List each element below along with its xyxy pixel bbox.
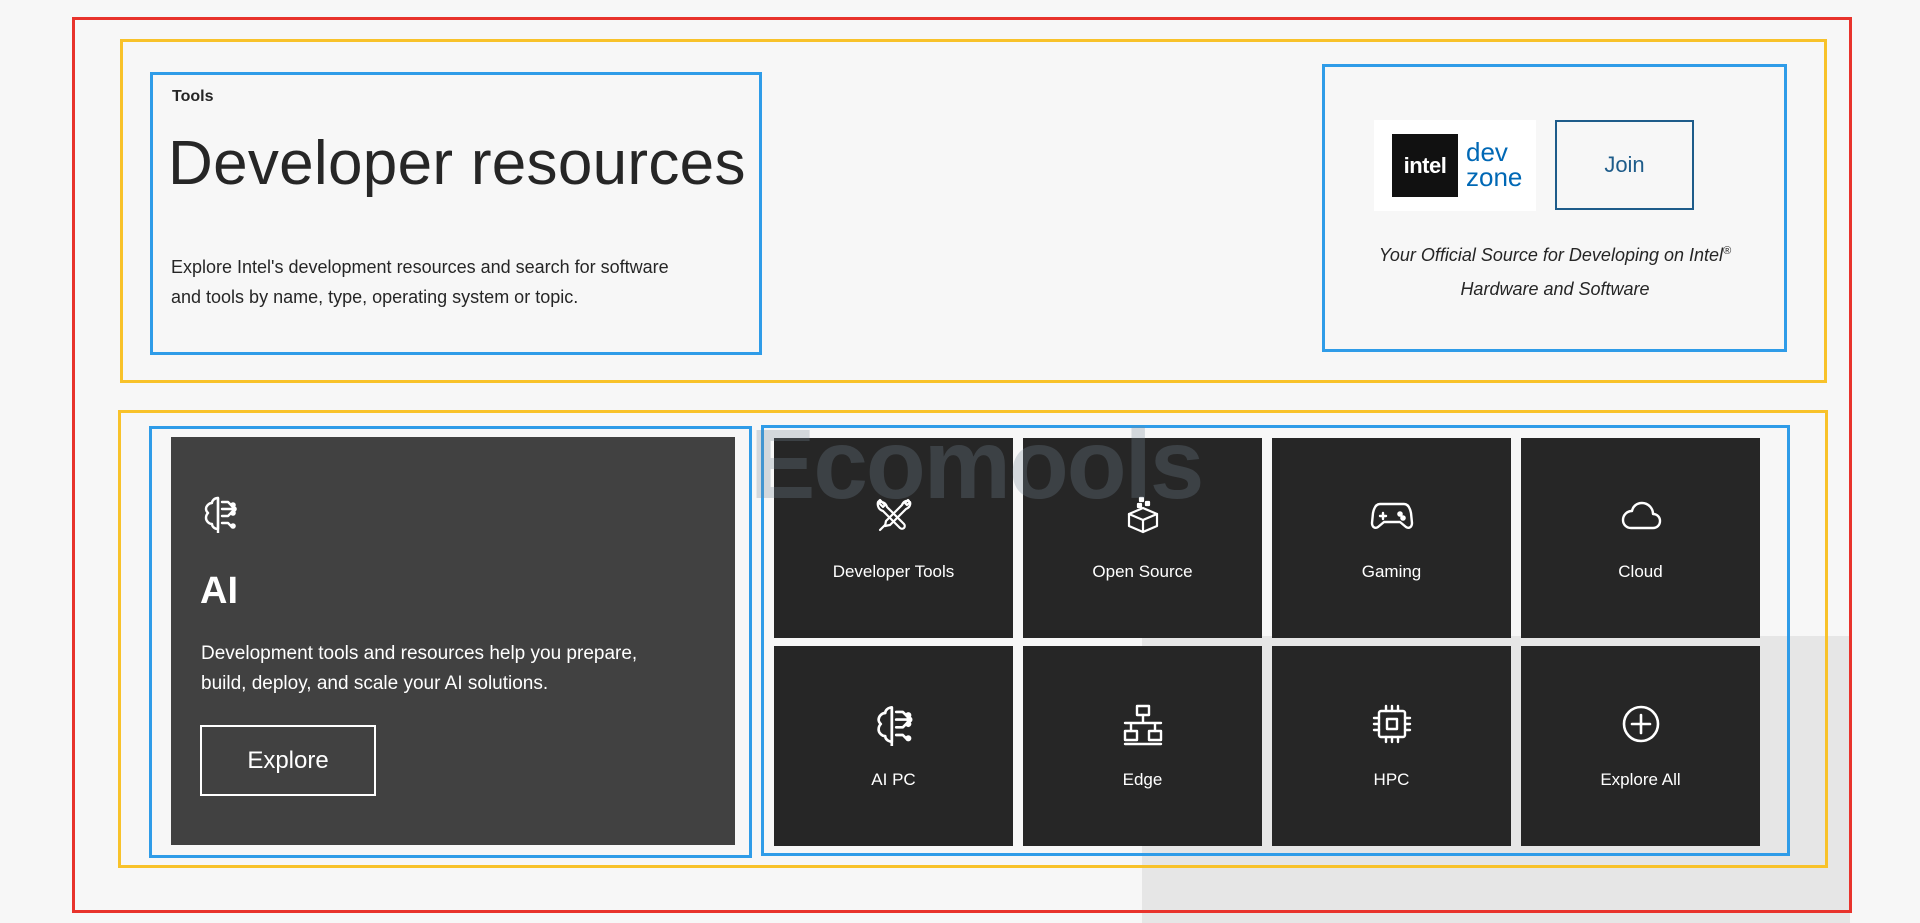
- tile-label: HPC: [1373, 770, 1410, 789]
- tile-label: Cloud: [1618, 562, 1663, 581]
- tile-label: Explore All: [1600, 770, 1681, 789]
- feature-description: Development tools and resources help you…: [201, 643, 638, 694]
- gamepad-icon: [1370, 502, 1414, 529]
- tile-label: Developer Tools: [832, 562, 955, 581]
- intel-devzone-logo[interactable]: intel dev zone: [1374, 120, 1536, 211]
- network-icon: [1123, 704, 1163, 746]
- watermark: Ecomools: [750, 409, 1204, 519]
- feature-title: AI: [200, 570, 238, 612]
- plus-circle-icon: [1622, 705, 1660, 743]
- tile-ai-pc[interactable]: AI PC: [774, 646, 1013, 846]
- page-title: Developer resources: [168, 129, 746, 198]
- tile-cloud[interactable]: Cloud: [1521, 438, 1760, 638]
- tile-edge[interactable]: Edge: [1023, 646, 1262, 846]
- explore-button[interactable]: Explore: [200, 725, 376, 796]
- tagline-line2: Hardware and Software: [1460, 279, 1650, 299]
- tile-label: Open Source: [1092, 562, 1193, 581]
- ai-brain-icon: [204, 496, 237, 533]
- chip-icon: [1372, 704, 1412, 744]
- tile-label: Gaming: [1361, 562, 1422, 581]
- intel-logo-mark: intel: [1392, 134, 1458, 197]
- cloud-icon: [1621, 501, 1662, 530]
- page-description: Explore Intel's development resources an…: [171, 257, 669, 307]
- tile-label: Edge: [1122, 770, 1163, 789]
- registered-mark: ®: [1723, 245, 1732, 257]
- tile-explore-all[interactable]: Explore All: [1521, 646, 1760, 846]
- join-button[interactable]: Join: [1555, 120, 1694, 210]
- eyebrow-label: Tools: [172, 88, 214, 105]
- devzone-tagline: Your Official Source for Developing on I…: [1330, 234, 1780, 306]
- tile-label: AI PC: [871, 770, 916, 789]
- tile-gaming[interactable]: Gaming: [1272, 438, 1511, 638]
- devzone-wordmark-zone: zone: [1466, 162, 1523, 192]
- annotation-outline-intro: [150, 72, 762, 355]
- ai-brain-icon: [877, 706, 913, 746]
- tagline-line1: Your Official Source for Developing on I…: [1378, 245, 1724, 265]
- devzone-wordmark: dev zone: [1466, 139, 1523, 192]
- tile-hpc[interactable]: HPC: [1272, 646, 1511, 846]
